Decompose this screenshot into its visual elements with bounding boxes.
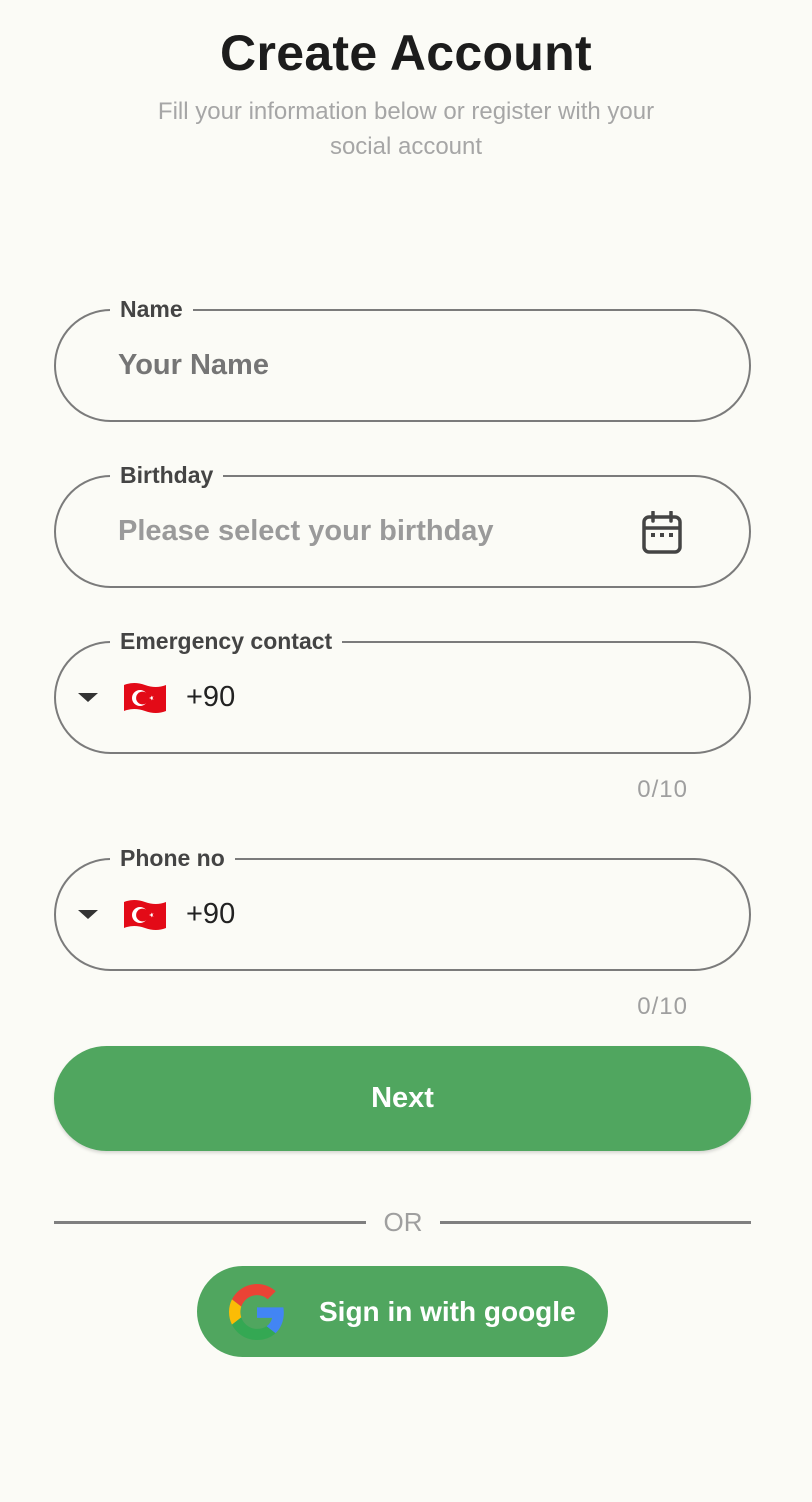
phone-char-counter: 0/10 (637, 993, 688, 1020)
google-sign-in-button[interactable]: Sign in with google (197, 1266, 608, 1357)
google-icon (229, 1283, 284, 1340)
phone-dial-code[interactable]: +90 (186, 898, 235, 931)
phone-field[interactable]: Phone no +90 (54, 843, 751, 971)
page-title: Create Account (220, 25, 592, 81)
calendar-icon[interactable] (641, 511, 683, 555)
divider-left (54, 1221, 366, 1224)
next-button[interactable]: Next (54, 1046, 751, 1151)
birthday-placeholder[interactable]: Please select your birthday (118, 477, 618, 586)
dropdown-arrow-icon[interactable] (78, 910, 98, 919)
name-input[interactable] (118, 311, 618, 420)
page-subtitle: Fill your information below or register … (157, 98, 655, 160)
dropdown-arrow-icon[interactable] (78, 693, 98, 702)
emergency-contact-field[interactable]: Emergency contact +90 (54, 626, 751, 754)
name-field[interactable]: Name (54, 294, 751, 422)
or-separator: OR (383, 1207, 423, 1237)
divider-right (440, 1221, 751, 1224)
turkey-flag-icon (124, 900, 166, 930)
emergency-country-selector[interactable]: +90 (78, 643, 235, 752)
google-sign-in-label[interactable]: Sign in with google (319, 1296, 576, 1328)
turkey-flag-icon (124, 683, 166, 713)
phone-country-selector[interactable]: +90 (78, 860, 235, 969)
emergency-char-counter: 0/10 (637, 776, 688, 803)
birthday-field[interactable]: Birthday Please select your birthday (54, 460, 751, 588)
emergency-dial-code[interactable]: +90 (186, 681, 235, 714)
create-account-screen: Create Account Fill your information bel… (0, 0, 812, 1502)
